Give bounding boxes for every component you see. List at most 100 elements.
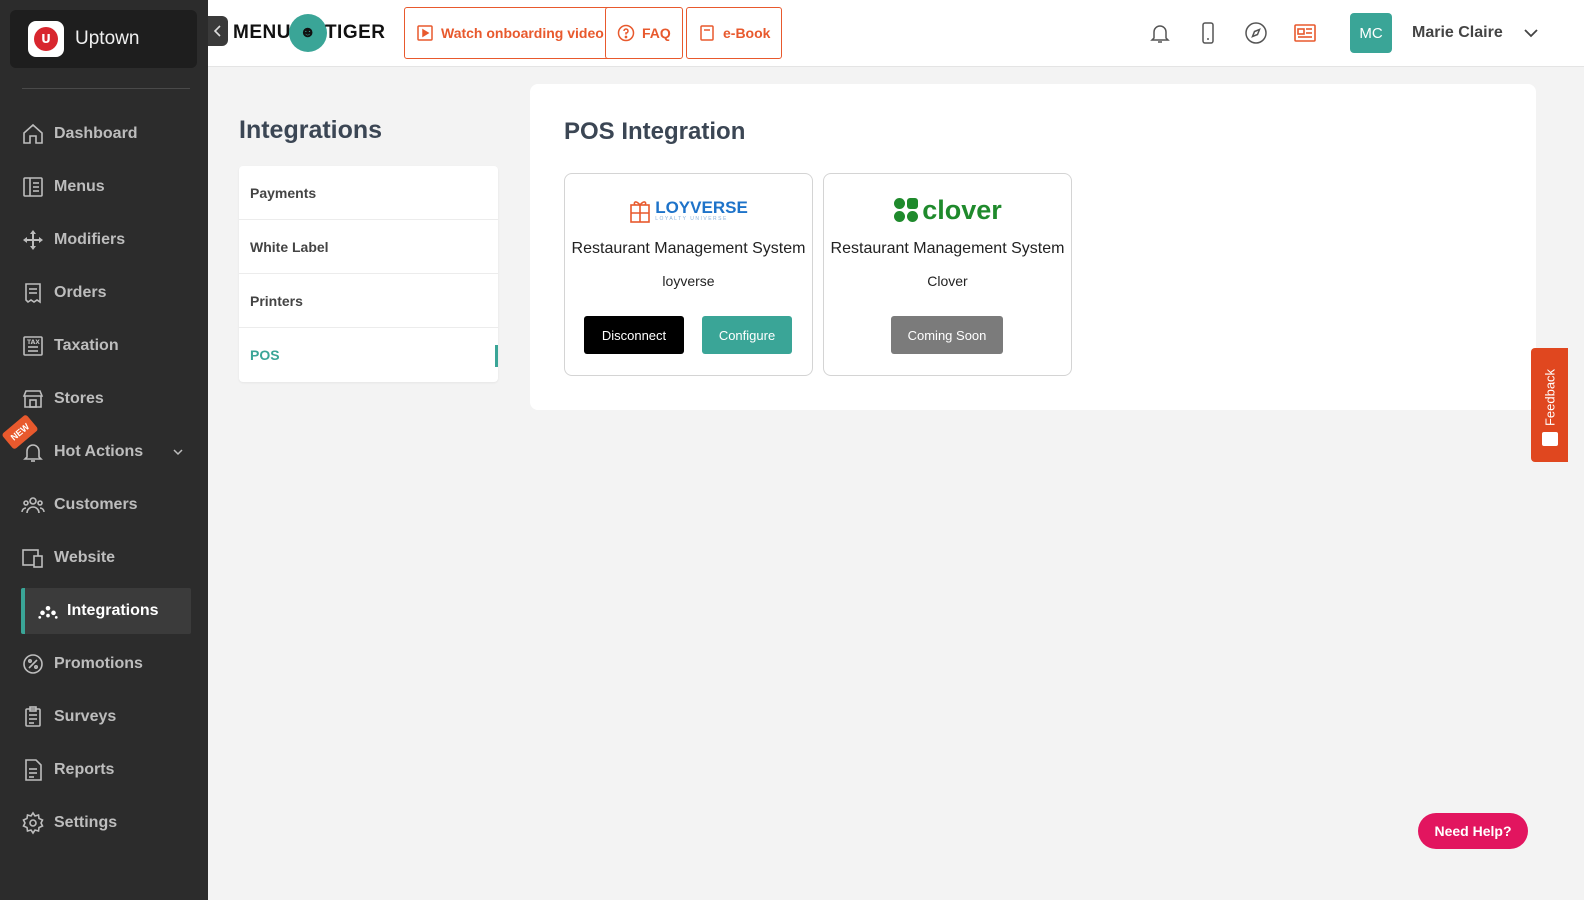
users-icon bbox=[21, 497, 45, 514]
faq-button[interactable]: FAQ bbox=[605, 7, 683, 59]
configure-button[interactable]: Configure bbox=[702, 316, 792, 354]
integration-name: Restaurant Management System bbox=[830, 240, 1065, 257]
sidebar-item-taxation[interactable]: TAX Taxation bbox=[21, 323, 191, 369]
sidebar-item-reports[interactable]: Reports bbox=[21, 747, 191, 793]
ebook-button[interactable]: e-Book bbox=[686, 7, 783, 59]
sidebar-item-label: Modifiers bbox=[54, 231, 126, 248]
collapse-sidebar-button[interactable] bbox=[208, 16, 228, 46]
sidebar-item-label: Reports bbox=[54, 761, 115, 778]
avatar[interactable]: MC bbox=[1350, 13, 1392, 53]
brand-logo: U bbox=[28, 21, 64, 57]
sidebar-item-promotions[interactable]: Promotions bbox=[21, 641, 191, 687]
sidebar-item-menus[interactable]: Menus bbox=[21, 164, 191, 210]
chevron-down-icon[interactable] bbox=[1522, 24, 1540, 42]
promotion-icon bbox=[23, 654, 43, 674]
receipt-icon bbox=[25, 283, 41, 304]
clover-logo: clover bbox=[824, 194, 1071, 226]
integration-name: Restaurant Management System bbox=[571, 240, 806, 257]
user-name[interactable]: Marie Claire bbox=[1412, 24, 1503, 42]
sidebar-item-label: Dashboard bbox=[54, 125, 138, 142]
play-icon bbox=[417, 25, 433, 41]
clover-logo-text: clover bbox=[922, 194, 1002, 225]
subnav-item-payments[interactable]: Payments bbox=[239, 166, 498, 220]
store-icon bbox=[22, 390, 44, 408]
loyverse-gift-icon bbox=[630, 201, 651, 223]
sidebar-item-label: Promotions bbox=[54, 655, 143, 672]
mobile-preview-icon[interactable] bbox=[1196, 21, 1220, 45]
topbar: MENU ☻ TIGER Watch onboarding video FAQ … bbox=[208, 0, 1584, 67]
need-help-button[interactable]: Need Help? bbox=[1418, 813, 1528, 849]
feedback-icon bbox=[1542, 432, 1558, 446]
feedback-label: Feedback bbox=[1542, 368, 1558, 427]
pos-integration-panel: POS Integration LOYVERSE LOYALTY UNIVERS… bbox=[530, 84, 1536, 410]
subnav-item-printers[interactable]: Printers bbox=[239, 274, 498, 328]
sidebar-item-stores[interactable]: Stores bbox=[21, 376, 191, 422]
clover-leaf-icon bbox=[894, 198, 919, 222]
brand-logo-initial: U bbox=[34, 27, 58, 51]
sidebar-item-orders[interactable]: Orders bbox=[21, 270, 191, 316]
brand-name: Uptown bbox=[75, 28, 140, 49]
disconnect-button[interactable]: Disconnect bbox=[584, 316, 684, 354]
sidebar-item-settings[interactable]: Settings bbox=[21, 800, 191, 846]
book-icon bbox=[700, 25, 714, 41]
loyverse-logo-text: LOYVERSE bbox=[655, 197, 748, 217]
sidebar-item-label: Website bbox=[54, 549, 116, 566]
integration-provider: loyverse bbox=[662, 273, 715, 289]
loyverse-card: LOYVERSE LOYALTY UNIVERSE Restaurant Man… bbox=[564, 173, 813, 376]
sidebar-item-label: Stores bbox=[54, 390, 104, 407]
news-icon[interactable] bbox=[1293, 21, 1317, 45]
sidebar-item-surveys[interactable]: Surveys bbox=[21, 694, 191, 740]
sidebar-item-label: Settings bbox=[54, 814, 118, 831]
tiger-icon: ☻ bbox=[288, 14, 327, 52]
sidebar-item-integrations[interactable]: Integrations bbox=[21, 588, 191, 634]
faq-label: FAQ bbox=[642, 25, 671, 41]
chevron-down-icon bbox=[173, 449, 183, 456]
question-icon bbox=[617, 24, 635, 42]
home-icon bbox=[23, 123, 43, 144]
sidebar-item-label: Surveys bbox=[54, 708, 117, 725]
sidebar-item-dashboard[interactable]: Dashboard bbox=[21, 111, 191, 157]
svg-text:TAX: TAX bbox=[27, 339, 40, 346]
watch-onboarding-video-label: Watch onboarding video bbox=[441, 25, 604, 41]
logo-text-left: MENU bbox=[233, 22, 291, 43]
tax-icon: TAX bbox=[23, 336, 43, 356]
sidebar-item-customers[interactable]: Customers bbox=[21, 482, 191, 528]
page-title: Integrations bbox=[239, 116, 383, 144]
compass-icon[interactable] bbox=[1244, 21, 1268, 45]
subnav-item-pos[interactable]: POS bbox=[239, 328, 498, 382]
watch-onboarding-video-button[interactable]: Watch onboarding video bbox=[404, 7, 616, 59]
sidebar: U Uptown Dashboard Menus Modifiers Order… bbox=[0, 0, 208, 900]
sidebar-item-label: Integrations bbox=[67, 602, 159, 619]
bell-icon bbox=[23, 444, 43, 462]
report-icon bbox=[25, 759, 42, 781]
coming-soon-button[interactable]: Coming Soon bbox=[891, 316, 1003, 354]
devices-icon bbox=[22, 549, 43, 568]
integrations-subnav: Payments White Label Printers POS bbox=[239, 166, 498, 382]
loyverse-logo-tagline: LOYALTY UNIVERSE bbox=[655, 215, 728, 222]
clipboard-icon bbox=[25, 706, 41, 727]
sidebar-item-website[interactable]: Website bbox=[21, 535, 191, 581]
sidebar-item-modifiers[interactable]: Modifiers bbox=[21, 217, 191, 263]
menu-tiger-logo[interactable]: MENU ☻ TIGER bbox=[233, 13, 386, 53]
feedback-tab[interactable]: Feedback bbox=[1531, 348, 1568, 462]
menu-book-icon bbox=[23, 177, 43, 197]
move-arrows-icon bbox=[23, 230, 43, 250]
sidebar-item-label: Taxation bbox=[54, 337, 119, 354]
notification-bell-icon[interactable] bbox=[1148, 21, 1172, 45]
sidebar-item-label: Menus bbox=[54, 178, 105, 195]
sidebar-item-label: Hot Actions bbox=[54, 443, 144, 460]
sidebar-item-label: Orders bbox=[54, 284, 107, 301]
integrations-icon bbox=[38, 605, 58, 619]
loyverse-logo: LOYVERSE LOYALTY UNIVERSE bbox=[565, 194, 812, 226]
sidebar-item-hot-actions[interactable]: Hot Actions bbox=[21, 429, 191, 475]
sidebar-divider bbox=[22, 88, 190, 89]
clover-card: clover Restaurant Management System Clov… bbox=[823, 173, 1072, 376]
ebook-label: e-Book bbox=[723, 25, 771, 41]
subnav-item-white-label[interactable]: White Label bbox=[239, 220, 498, 274]
section-title: POS Integration bbox=[564, 118, 746, 145]
integration-provider: Clover bbox=[927, 273, 968, 289]
brand-switcher[interactable]: U Uptown bbox=[10, 10, 197, 68]
logo-text-right: TIGER bbox=[324, 22, 386, 43]
sidebar-item-label: Customers bbox=[54, 496, 138, 513]
gear-icon bbox=[22, 811, 44, 835]
